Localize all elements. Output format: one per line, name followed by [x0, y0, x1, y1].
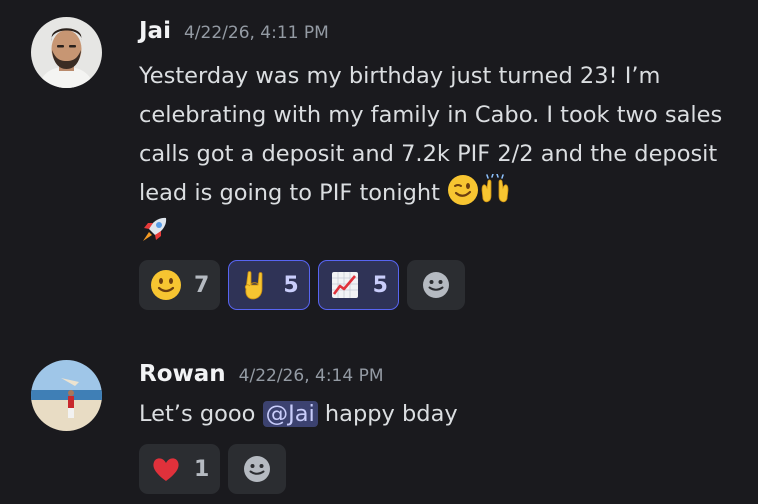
timestamp[interactable]: 4/22/26, 4:14 PM: [239, 366, 384, 386]
reaction-horns[interactable]: 5: [228, 260, 310, 310]
reaction-count: 5: [283, 272, 299, 298]
sign-of-the-horns-icon: [245, 271, 263, 300]
reaction-count: 5: [372, 272, 388, 298]
add-reaction-button[interactable]: [406, 260, 465, 310]
reactions-bar: 7 5 5: [139, 260, 465, 310]
user-mention[interactable]: @Jai: [262, 401, 318, 427]
avatar[interactable]: [31, 360, 102, 431]
raising-hands-icon: [479, 173, 511, 206]
add-reaction-button[interactable]: [228, 444, 287, 494]
author-name[interactable]: Jai: [139, 18, 171, 44]
add-reaction-icon: [244, 456, 271, 482]
chart-increasing-icon: [331, 272, 358, 298]
rocket-icon: [139, 213, 171, 245]
reaction-heart[interactable]: 1: [139, 444, 221, 494]
message-text: happy bday: [324, 401, 458, 427]
reactions-bar: 1: [139, 444, 287, 494]
reaction-count: 7: [194, 272, 210, 298]
message-content: Yesterday was my birthday just turned 23…: [139, 57, 739, 252]
message-text: Yesterday was my birthday just turned 23…: [139, 63, 723, 206]
author-name[interactable]: Rowan: [139, 361, 226, 387]
message-content: Let’s gooo @Jai happy bday: [139, 395, 739, 434]
add-reaction-icon: [422, 272, 449, 298]
avatar[interactable]: [31, 17, 102, 88]
reaction-count: 1: [194, 456, 210, 482]
winking-face-icon: [447, 174, 479, 206]
message-header: Rowan 4/22/26, 4:14 PM: [139, 361, 384, 387]
message-text: Let’s gooo: [139, 401, 256, 427]
message-header: Jai 4/22/26, 4:11 PM: [139, 18, 329, 44]
red-heart-icon: [153, 458, 179, 481]
timestamp[interactable]: 4/22/26, 4:11 PM: [184, 23, 329, 43]
reaction-smile[interactable]: 7: [139, 260, 221, 310]
reaction-chart[interactable]: 5: [317, 260, 399, 310]
slightly-smiling-face-icon: [151, 270, 181, 300]
